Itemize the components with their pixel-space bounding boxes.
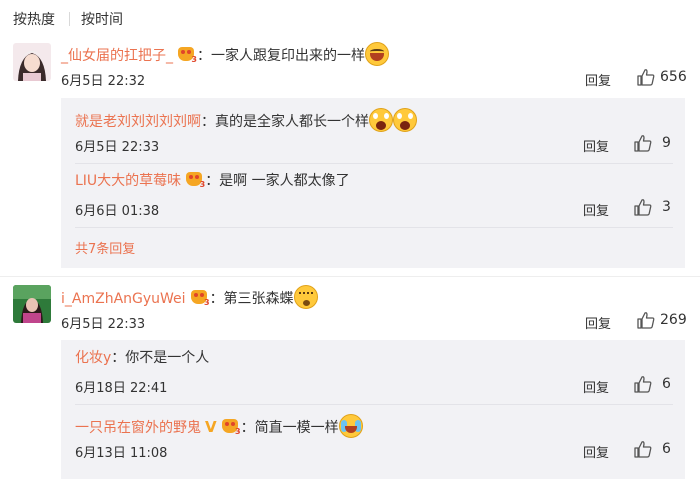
comment-line: _仙女届的扛把子_ 3 ：一家人跟复印出来的一样 [61, 42, 389, 66]
vip-badge-icon[interactable]: 3 [185, 172, 205, 189]
sort-divider [69, 12, 70, 26]
like-count: 6 [662, 376, 671, 392]
shocked-face-emoji-icon [393, 108, 417, 132]
reply-button[interactable]: 回复 [583, 442, 609, 461]
username-link[interactable]: LIU大大的草莓味 [75, 173, 181, 189]
shocked-face-emoji-icon [369, 108, 393, 132]
thumbs-up-icon[interactable] [637, 311, 655, 329]
reply-time: 6月18日 22:41 [75, 381, 168, 396]
username-link[interactable]: 就是老刘刘刘刘刘啊 [75, 114, 201, 130]
avatar[interactable] [13, 285, 51, 323]
avatar[interactable] [13, 43, 51, 81]
vip-badge-icon[interactable]: 3 [221, 419, 241, 436]
reply-divider [75, 227, 673, 228]
like-count: 6 [662, 441, 671, 457]
thumbs-up-icon[interactable] [634, 375, 652, 393]
reply-line: 化妆y：你不是一个人 [75, 349, 209, 367]
vip-badge-icon[interactable]: 3 [177, 47, 197, 64]
avatar-image [13, 43, 51, 81]
reply-time: 6月6日 01:38 [75, 204, 160, 219]
comment-divider [0, 276, 700, 277]
crying-laughing-emoji-icon [338, 414, 363, 438]
like-count: 656 [660, 69, 687, 85]
username-link[interactable]: _仙女届的扛把子_ [61, 48, 173, 64]
reply-text: ：简直一模一样 [240, 420, 339, 436]
sort-by-time[interactable]: 按时间 [81, 9, 123, 29]
like-count: 3 [662, 199, 671, 215]
reply-text: ：真的是全家人都长一个样 [201, 114, 369, 130]
verified-v-icon[interactable]: V [205, 418, 217, 436]
reply-button[interactable]: 回复 [583, 136, 609, 155]
username-link[interactable]: 化妆y [75, 350, 111, 366]
sort-bar: 按热度 按时间 [0, 0, 700, 36]
thumbs-up-icon[interactable] [634, 198, 652, 216]
reply-line: 一只吊在窗外的野鬼 V 3 ：简直一模一样 [75, 414, 363, 438]
reply-button[interactable]: 回复 [585, 70, 611, 89]
thumbs-up-icon[interactable] [634, 440, 652, 458]
sort-by-hot[interactable]: 按热度 [13, 9, 55, 29]
reply-button[interactable]: 回复 [583, 377, 609, 396]
comment-time: 6月5日 22:33 [61, 317, 146, 332]
reply-button[interactable]: 回复 [585, 313, 611, 332]
vip-badge-icon[interactable]: 3 [190, 290, 210, 307]
thumbs-up-icon[interactable] [637, 68, 655, 86]
reply-text: ：是啊 一家人都太像了 [205, 173, 350, 189]
avatar-image [13, 285, 51, 323]
comment-line: i_AmZhAnGyuWei 3 ：第三张森蝶 [61, 285, 318, 309]
comment-text: ：第三张森蝶 [209, 291, 294, 307]
like-count: 9 [662, 135, 671, 151]
laughing-tears-emoji-icon [365, 42, 389, 66]
reply-time: 6月13日 11:08 [75, 446, 168, 461]
username-link[interactable]: 一只吊在窗外的野鬼 [75, 420, 201, 436]
reply-divider [75, 163, 673, 164]
comment-text: ：一家人跟复印出来的一样 [197, 48, 365, 64]
comment-time: 6月5日 22:32 [61, 74, 146, 89]
username-link[interactable]: i_AmZhAnGyuWei [61, 291, 186, 307]
reply-time: 6月5日 22:33 [75, 140, 160, 155]
more-replies-link[interactable]: 共7条回复 [75, 238, 135, 257]
reply-line: LIU大大的草莓味 3 ：是啊 一家人都太像了 [75, 172, 350, 190]
dizzy-face-emoji-icon [293, 285, 318, 309]
reply-line: 就是老刘刘刘刘刘啊：真的是全家人都长一个样 [75, 108, 417, 132]
reply-divider [75, 404, 673, 405]
like-count: 269 [660, 312, 687, 328]
reply-text: ：你不是一个人 [111, 350, 210, 366]
thumbs-up-icon[interactable] [634, 134, 652, 152]
reply-button[interactable]: 回复 [583, 200, 609, 219]
